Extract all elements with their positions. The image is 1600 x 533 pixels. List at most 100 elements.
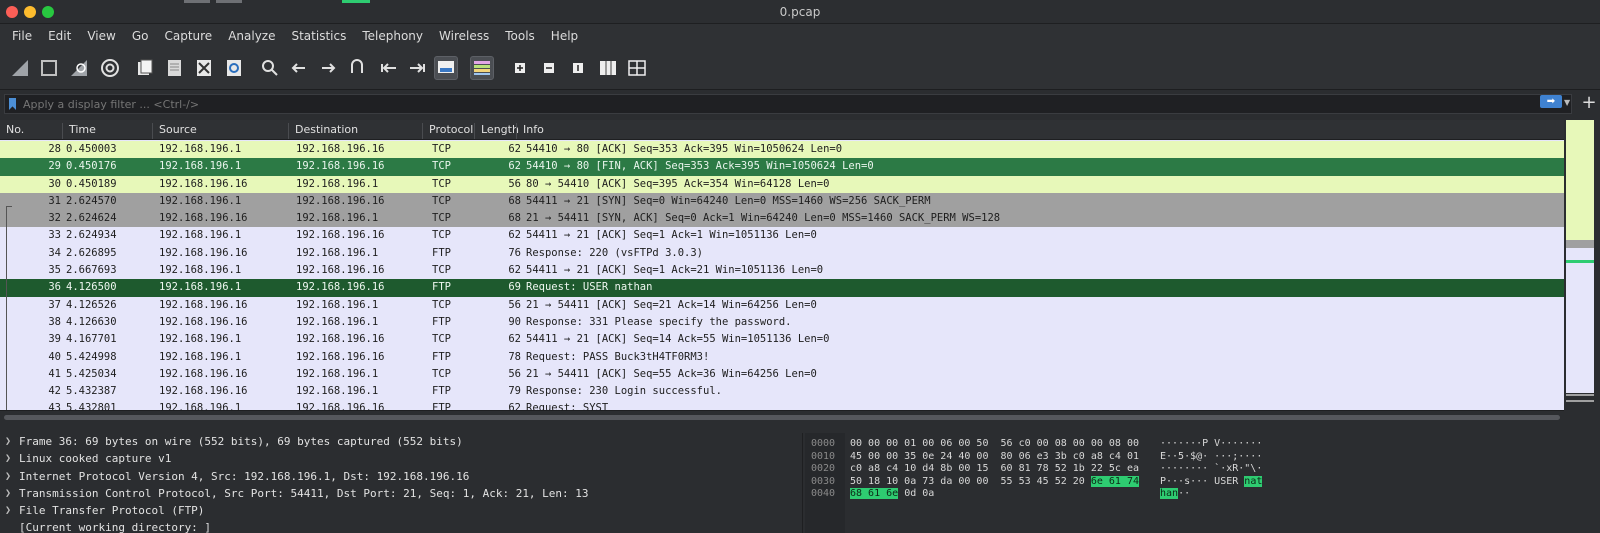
bookmark-icon[interactable] — [9, 98, 16, 110]
packet-row[interactable]: 38 4.126630 192.168.196.16 192.168.196.1 FTP… — [0, 313, 1564, 332]
hex-ascii[interactable]: P···s··· USER nat — [1160, 475, 1263, 488]
column-header-no[interactable]: No. — [0, 123, 24, 139]
column-header-destination[interactable]: Destination — [288, 123, 358, 139]
first-packet-icon[interactable] — [377, 56, 401, 80]
packet-len-cell: 69 — [508, 281, 521, 294]
chevron-right-icon[interactable]: ❯ — [5, 502, 11, 519]
hex-bytes[interactable]: 45 00 00 35 0e 24 40 00 80 06 e3 3b c0 a… — [850, 450, 1139, 463]
detail-tree-item[interactable]: ❯ Transmission Control Protocol, Src Port… — [0, 485, 802, 502]
colorize-icon[interactable] — [470, 56, 494, 80]
detail-tree-item[interactable]: [Current working directory: ] — [0, 519, 802, 533]
column-header-source[interactable]: Source — [152, 123, 197, 139]
packet-row[interactable]: 40 5.424998 192.168.196.1 192.168.196.16 FTP… — [0, 348, 1564, 366]
start-capture-icon[interactable] — [8, 56, 32, 80]
hex-bytes[interactable]: 00 00 00 01 00 06 00 50 56 c0 00 08 00 0… — [850, 437, 1139, 450]
column-header-info[interactable]: Info — [516, 123, 544, 139]
last-packet-icon[interactable] — [405, 56, 429, 80]
chevron-right-icon[interactable]: ❯ — [5, 433, 11, 450]
detail-label: Internet Protocol Version 4, Src: 192.16… — [19, 469, 470, 483]
packet-row[interactable]: 35 2.667693 192.168.196.1 192.168.196.16 TCP… — [0, 262, 1564, 280]
menu-help[interactable]: Help — [543, 29, 586, 43]
packet-row[interactable]: 43 5.432801 192.168.196.1 192.168.196.16 FTP… — [0, 400, 1564, 410]
restart-capture-icon[interactable] — [67, 56, 91, 80]
chevron-right-icon[interactable]: ❯ — [5, 450, 11, 467]
find-packet-icon[interactable] — [258, 56, 282, 80]
packet-proto-cell: TCP — [432, 143, 451, 155]
autoscroll-icon[interactable] — [434, 56, 458, 80]
scrollbar-thumb[interactable] — [4, 415, 1560, 420]
packet-row[interactable]: 28 0.450003 192.168.196.1 192.168.196.16 TCP… — [0, 141, 1564, 159]
detail-label: [Current working directory: ] — [19, 521, 212, 533]
zoom-in-icon[interactable] — [508, 56, 532, 80]
filter-dropdown-arrow-icon[interactable]: ▼ — [1564, 98, 1570, 107]
packet-row[interactable]: 29 0.450176 192.168.196.1 192.168.196.16 TCP… — [0, 158, 1564, 176]
hex-ascii-highlight: han — [1160, 488, 1179, 500]
hex-ascii[interactable]: E··5·$@· ···;···· — [1160, 450, 1262, 463]
hex-ascii[interactable]: han·· — [1160, 487, 1190, 500]
column-header-protocol[interactable]: Protocol — [422, 123, 473, 139]
packet-row[interactable]: 37 4.126526 192.168.196.16 192.168.196.1 TCP… — [0, 296, 1564, 314]
go-back-icon[interactable] — [287, 56, 311, 80]
menu-go[interactable]: Go — [124, 29, 157, 43]
close-file-icon[interactable] — [192, 56, 216, 80]
hex-bytes-text: 00 00 00 01 00 06 00 50 56 c0 00 08 00 0… — [850, 438, 1139, 449]
packet-minimap[interactable] — [1564, 120, 1600, 416]
detail-tree-item[interactable]: ❯ File Transfer Protocol (FTP) — [0, 502, 802, 519]
column-header-length[interactable]: Length — [474, 123, 519, 139]
hex-ascii-highlight: nat — [1244, 475, 1263, 487]
save-file-icon[interactable] — [162, 56, 186, 80]
stop-capture-icon[interactable] — [37, 56, 61, 80]
layout-icon[interactable] — [625, 56, 649, 80]
resize-columns-icon[interactable] — [596, 56, 620, 80]
hex-bytes[interactable]: 68 61 6e 0d 0a — [850, 487, 934, 500]
packet-row[interactable]: 33 2.624934 192.168.196.1 192.168.196.16 TCP… — [0, 227, 1564, 245]
packet-info-cell: Response: 220 (vsFTPd 3.0.3) — [526, 246, 704, 259]
detail-tree-item[interactable]: ❯ Frame 36: 69 bytes on wire (552 bits), … — [0, 433, 802, 450]
menu-capture[interactable]: Capture — [156, 29, 220, 43]
hex-bytes[interactable]: 50 18 10 0a 73 da 00 00 55 53 45 52 20 6… — [850, 475, 1139, 488]
open-file-icon[interactable] — [133, 56, 157, 80]
hex-bytes[interactable]: c0 a8 c4 10 d4 8b 00 15 60 81 78 52 1b 2… — [850, 462, 1139, 475]
detail-tree-item[interactable]: ❯ Internet Protocol Version 4, Src: 192.1… — [0, 468, 802, 485]
packet-row[interactable]: 34 2.626895 192.168.196.16 192.168.196.1 FTP… — [0, 244, 1564, 263]
hex-ascii[interactable]: ·······P V······· — [1160, 437, 1262, 450]
menu-tools[interactable]: Tools — [497, 29, 543, 43]
packet-row[interactable]: 39 4.167701 192.168.196.1 192.168.196.16 TCP… — [0, 331, 1564, 349]
packet-row[interactable]: 30 0.450189 192.168.196.16 192.168.196.1 TCP… — [0, 175, 1564, 193]
capture-options-icon[interactable] — [98, 56, 122, 80]
menu-edit[interactable]: Edit — [40, 29, 79, 43]
menu-telephony[interactable]: Telephony — [354, 29, 431, 43]
zoom-out-icon[interactable] — [537, 56, 561, 80]
menu-view[interactable]: View — [79, 29, 123, 43]
packet-proto-cell: TCP — [432, 333, 451, 346]
packet-row[interactable]: 41 5.425034 192.168.196.16 192.168.196.1 TCP… — [0, 365, 1564, 384]
chevron-right-icon[interactable]: ❯ — [5, 468, 11, 485]
packet-row[interactable]: 31 2.624570 192.168.196.1 192.168.196.16 TCP… — [0, 192, 1564, 211]
hex-offset: 0000 — [811, 438, 836, 449]
hex-ascii[interactable]: ········ `·xR·"\· — [1160, 462, 1262, 475]
menu-wireless[interactable]: Wireless — [431, 29, 497, 43]
packet-proto-cell: TCP — [432, 194, 451, 207]
column-header-time[interactable]: Time — [62, 123, 96, 139]
packet-info-cell: Request: PASS Buck3tH4TF0RM3! — [526, 350, 710, 363]
packet-src-cell: 192.168.196.1 — [159, 350, 242, 363]
packet-len-cell: 62 — [508, 402, 521, 410]
add-filter-button[interactable]: + — [1580, 92, 1598, 114]
packet-src-cell: 192.168.196.16 — [159, 246, 248, 259]
menu-statistics[interactable]: Statistics — [283, 29, 354, 43]
packet-list-horizontal-scrollbar[interactable] — [0, 410, 1564, 424]
packet-row[interactable]: 42 5.432387 192.168.196.16 192.168.196.1 FTP… — [0, 383, 1564, 401]
chevron-right-icon[interactable]: ❯ — [5, 485, 11, 502]
reload-file-icon[interactable] — [222, 56, 246, 80]
go-forward-icon[interactable] — [316, 56, 340, 80]
detail-tree-item[interactable]: ❯ Linux cooked capture v1 — [0, 450, 802, 467]
packet-proto-cell: FTP — [432, 281, 451, 294]
packet-row[interactable]: 32 2.624624 192.168.196.16 192.168.196.1 TCP… — [0, 210, 1564, 228]
display-filter-input[interactable] — [23, 96, 1423, 112]
normal-size-icon[interactable] — [566, 56, 590, 80]
packet-row[interactable]: 36 4.126500 192.168.196.1 192.168.196.16 FTP… — [0, 279, 1564, 297]
go-to-packet-icon[interactable] — [345, 56, 369, 80]
menu-analyze[interactable]: Analyze — [220, 29, 283, 43]
menu-file[interactable]: File — [4, 29, 40, 43]
apply-filter-button[interactable]: ➡ — [1540, 95, 1562, 108]
